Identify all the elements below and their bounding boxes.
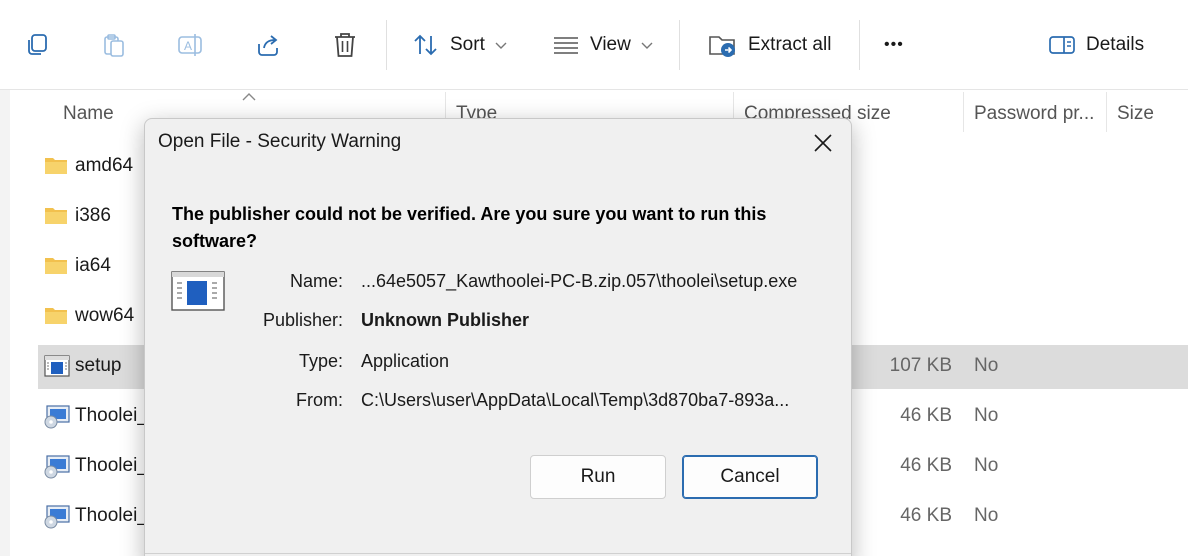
file-size: 46 KB [900, 405, 952, 426]
column-header-size[interactable]: Size [1117, 100, 1154, 128]
sort-button[interactable]: Sort [412, 28, 507, 62]
folder-icon [44, 155, 68, 180]
dialog-title: Open File - Security Warning [158, 131, 402, 152]
close-icon [814, 134, 832, 152]
password-protected: No [974, 355, 999, 376]
dialog-body: The publisher could not be verified. Are… [153, 165, 845, 555]
folder-icon [44, 255, 68, 280]
sort-icon [414, 34, 437, 56]
run-button[interactable]: Run [530, 455, 666, 499]
type-label: Type: [298, 351, 343, 371]
setup-disc-icon [44, 505, 70, 534]
extract-folder-icon [709, 36, 735, 57]
file-size: 107 KB [889, 355, 952, 376]
password-protected: No [974, 405, 999, 426]
toolbar-divider [859, 20, 860, 70]
details-label: Details [1086, 34, 1145, 55]
file-name: i386 [75, 205, 111, 226]
column-header-name[interactable]: Name [63, 100, 114, 128]
extract-all-label: Extract all [748, 34, 832, 55]
chevron-down-icon [495, 34, 507, 56]
toolbar-divider [386, 20, 387, 70]
toolbar-divider [679, 20, 680, 70]
details-button[interactable]: Details [1048, 28, 1144, 62]
file-size: 46 KB [900, 455, 952, 476]
warning-message: The publisher could not be verified. Are… [172, 204, 767, 251]
application-icon [44, 355, 70, 382]
name-label: Name: [289, 271, 343, 291]
column-divider[interactable] [1106, 92, 1107, 132]
password-protected: No [974, 505, 999, 526]
from-label: From: [296, 390, 343, 410]
share-icon[interactable] [253, 30, 283, 60]
view-list-icon [554, 37, 578, 54]
security-warning-dialog: Open File - Security Warning The publish… [144, 118, 852, 556]
delete-icon[interactable] [330, 30, 360, 60]
column-divider[interactable] [963, 92, 964, 132]
file-size: 46 KB [900, 505, 952, 526]
view-label: View [590, 34, 631, 55]
file-name: Thoolei_ [75, 455, 148, 476]
setup-disc-icon [44, 405, 70, 434]
command-bar: A Sort View Extract all ••• Details [0, 0, 1188, 90]
extract-all-button[interactable]: Extract all [708, 28, 831, 62]
details-pane-icon [1049, 36, 1075, 54]
file-name: amd64 [75, 155, 134, 176]
sort-ascending-icon [242, 88, 256, 106]
from-value: C:\Users\user\AppData\Local\Temp\3d870ba… [361, 390, 790, 410]
type-value: Application [361, 351, 450, 371]
cancel-button[interactable]: Cancel [682, 455, 818, 499]
view-button[interactable]: View [552, 28, 653, 62]
sort-label: Sort [450, 34, 485, 55]
more-options-button[interactable]: ••• [884, 28, 904, 62]
folder-icon [44, 205, 68, 230]
file-name: ia64 [75, 255, 111, 276]
file-name: wow64 [75, 305, 135, 326]
chevron-down-icon [641, 34, 653, 56]
dialog-footer-divider [145, 553, 851, 554]
close-button[interactable] [809, 129, 837, 157]
folder-icon [44, 305, 68, 330]
rename-icon: A [176, 30, 206, 60]
password-protected: No [974, 455, 999, 476]
more-icon: ••• [884, 36, 904, 53]
file-name: setup [75, 355, 122, 376]
copy-icon[interactable] [22, 30, 52, 60]
navigation-pane-edge [0, 90, 10, 556]
paste-icon [99, 30, 129, 60]
file-name: Thoolei_ [75, 405, 148, 426]
setup-disc-icon [44, 455, 70, 484]
publisher-label: Publisher: [262, 310, 343, 330]
name-value: ...64e5057_Kawthoolei-PC-B.zip.057\thool… [361, 271, 798, 291]
publisher-value: Unknown Publisher [361, 310, 530, 330]
file-name: Thoolei_ [75, 505, 148, 526]
column-header-password[interactable]: Password pr... [974, 100, 1094, 128]
svg-text:A: A [184, 39, 192, 53]
